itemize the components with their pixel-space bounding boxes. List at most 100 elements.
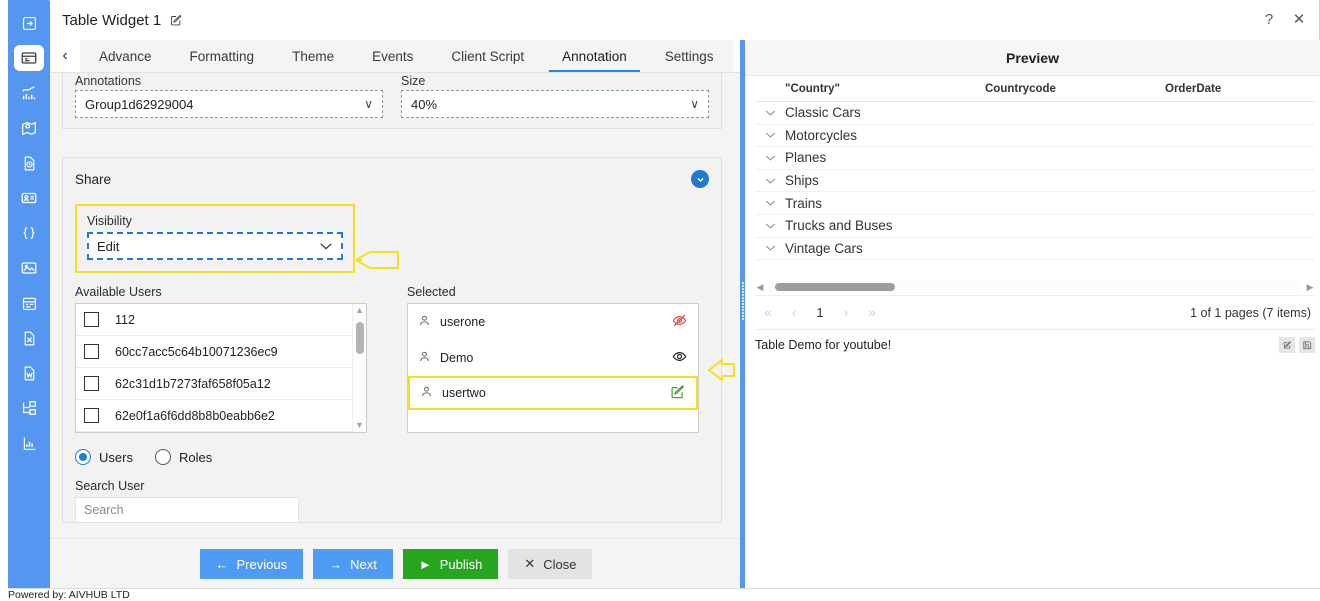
selected-user-row[interactable]: usertwo (408, 376, 698, 410)
person-icon (420, 385, 433, 401)
scroll-up-icon[interactable]: ▲ (355, 306, 364, 315)
table-horizontal-scrollbar[interactable]: ◀ ▶ (755, 279, 1315, 295)
pager-current-page[interactable]: 1 (807, 305, 833, 320)
scroll-down-icon[interactable]: ▼ (355, 421, 364, 430)
row-expand-chevron-icon[interactable] (755, 177, 785, 185)
annotations-select[interactable]: Group1d62929004 ∨ (75, 90, 383, 118)
tab-settings[interactable]: Settings (646, 40, 733, 72)
eye-icon[interactable] (671, 348, 688, 368)
available-user-label: 60cc7acc5c64b10071236ec9 (115, 344, 278, 359)
chevron-down-icon[interactable] (691, 170, 709, 188)
search-user-input[interactable]: Search (75, 497, 299, 523)
tabs-scroll-left-icon[interactable]: ‹ (50, 40, 80, 72)
tab-advance[interactable]: Advance (80, 40, 171, 72)
tab-theme[interactable]: Theme (273, 40, 353, 72)
image-icon[interactable] (14, 255, 44, 281)
pager-first-button[interactable]: « (755, 305, 781, 320)
size-select[interactable]: 40% ∨ (401, 90, 709, 118)
wizard-footer: ← Previous → Next ► Publish ✕ Close (50, 538, 742, 589)
page-title: Table Widget 1 (62, 11, 162, 29)
word-file-icon[interactable] (14, 360, 44, 386)
tab-list: Advance Formatting Theme Events Client Scrip… (80, 40, 733, 72)
available-user-row[interactable]: 112 (76, 304, 366, 336)
selected-user-label: Demo (440, 351, 474, 365)
tab-client-script[interactable]: Client Script (432, 40, 543, 72)
previous-button[interactable]: ← Previous (199, 549, 304, 579)
row-expand-chevron-icon[interactable] (755, 222, 785, 230)
annotations-field: Annotations Group1d62929004 ∨ (75, 75, 383, 118)
visibility-value: Edit (97, 238, 120, 254)
pager-next-button[interactable]: › (833, 305, 859, 320)
next-button[interactable]: → Next (313, 549, 393, 579)
visibility-select[interactable]: Edit (87, 232, 343, 260)
selected-user-row[interactable]: Demo (408, 340, 698, 376)
next-button-label: Next (350, 556, 377, 572)
row-expand-chevron-icon[interactable] (755, 244, 785, 252)
widget-card-icon[interactable] (14, 45, 44, 71)
map-pin-icon[interactable] (14, 115, 44, 141)
scrollbar-thumb[interactable] (356, 322, 364, 354)
pencil-square-icon[interactable] (669, 383, 686, 403)
publish-button[interactable]: ► Publish (402, 549, 499, 579)
table-row[interactable]: Ships (755, 170, 1315, 193)
excel-file-icon[interactable] (14, 325, 44, 351)
selected-user-row[interactable]: userone (408, 304, 698, 340)
scroll-right-icon[interactable]: ▶ (1305, 282, 1315, 293)
save-icon[interactable] (1299, 336, 1315, 353)
available-users-listbox[interactable]: 112 60cc7acc5c64b10071236ec9 62c31d1b7273f… (75, 303, 367, 433)
table-row[interactable]: Trucks and Buses (755, 215, 1315, 238)
user-checkbox[interactable] (84, 344, 99, 359)
arrow-into-box-icon[interactable] (14, 10, 44, 36)
user-checkbox[interactable] (84, 312, 99, 327)
selected-users-column: Selected userone Demo usertwo (407, 285, 699, 433)
rail-left-stripe (0, 0, 8, 601)
document-clock-icon[interactable] (14, 150, 44, 176)
row-expand-chevron-icon[interactable] (755, 109, 785, 117)
table-row[interactable]: Classic Cars (755, 102, 1315, 125)
pager-prev-button[interactable]: ‹ (781, 305, 807, 320)
tab-annotation[interactable]: Annotation (543, 40, 646, 72)
eye-slash-icon[interactable] (671, 312, 688, 332)
help-button[interactable]: ? (1259, 9, 1279, 29)
pencil-square-icon[interactable] (169, 13, 183, 27)
table-row[interactable]: Vintage Cars (755, 238, 1315, 261)
column-header-country[interactable]: "Country" (785, 83, 985, 95)
table-row[interactable]: Trains (755, 192, 1315, 215)
selected-user-identity: usertwo (420, 385, 486, 401)
row-expand-chevron-icon[interactable] (755, 154, 785, 162)
code-braces-icon[interactable] (14, 220, 44, 246)
hscroll-track[interactable] (769, 281, 1301, 294)
hscroll-thumb[interactable] (775, 283, 895, 292)
column-header-countrycode[interactable]: Countrycode (985, 83, 1165, 95)
tab-events[interactable]: Events (353, 40, 432, 72)
chart-line-icon[interactable] (14, 80, 44, 106)
preview-title: Preview (745, 40, 1320, 76)
edit-icon[interactable] (1279, 336, 1295, 353)
selected-users-listbox[interactable]: userone Demo usertwo (407, 303, 699, 433)
table-row[interactable]: Planes (755, 147, 1315, 170)
scope-radio-group: Users Roles (75, 449, 709, 465)
user-checkbox[interactable] (84, 376, 99, 391)
pager-last-button[interactable]: » (859, 305, 885, 320)
bar-chart-icon[interactable] (14, 430, 44, 456)
user-checkbox[interactable] (84, 408, 99, 423)
tab-formatting[interactable]: Formatting (171, 40, 274, 72)
hierarchy-icon[interactable] (14, 395, 44, 421)
share-header: Share (75, 168, 709, 190)
scroll-left-icon[interactable]: ◀ (755, 282, 765, 293)
table-row[interactable]: Motorcycles (755, 125, 1315, 148)
close-button[interactable]: ✕ Close (508, 549, 593, 579)
available-user-row[interactable]: 62c31d1b7273faf658f05a12 (76, 368, 366, 400)
column-header-orderdate[interactable]: OrderDate (1165, 83, 1295, 95)
available-users-scrollbar[interactable]: ▲ ▼ (352, 304, 366, 432)
calendar-icon[interactable] (14, 290, 44, 316)
radio-users[interactable]: Users (75, 449, 133, 465)
available-user-row[interactable]: 60cc7acc5c64b10071236ec9 (76, 336, 366, 368)
id-card-icon[interactable] (14, 185, 44, 211)
caption-actions (1279, 336, 1315, 353)
radio-roles[interactable]: Roles (154, 449, 212, 465)
close-icon[interactable]: ✕ (1289, 9, 1309, 29)
row-expand-chevron-icon[interactable] (755, 199, 785, 207)
available-user-row[interactable]: 62e0f1a6f6dd8b8b0eabb6e2 (76, 400, 366, 432)
row-expand-chevron-icon[interactable] (755, 131, 785, 139)
